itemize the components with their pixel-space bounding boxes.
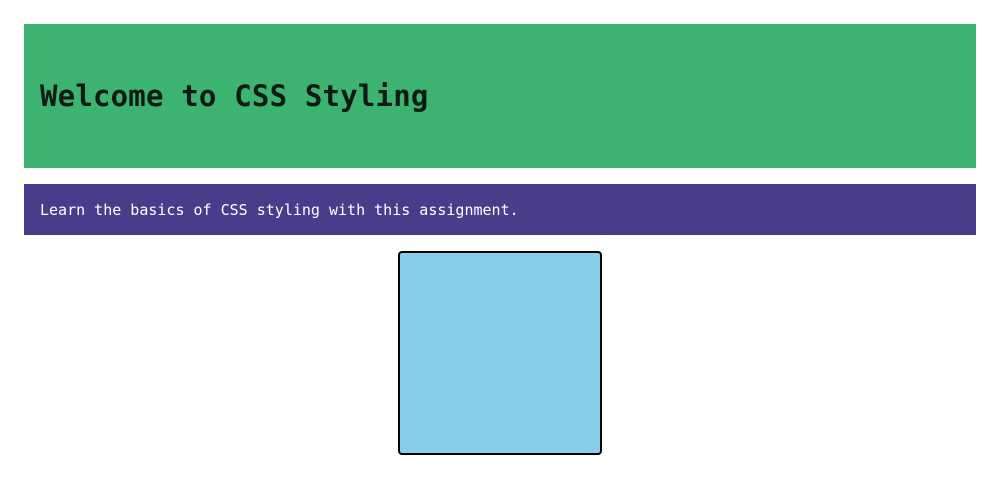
styled-box [398,251,602,455]
page-header: Welcome to CSS Styling [24,24,976,168]
intro-banner: Learn the basics of CSS styling with thi… [24,184,976,235]
intro-text: Learn the basics of CSS styling with thi… [40,200,519,219]
page-title: Welcome to CSS Styling [40,79,429,113]
